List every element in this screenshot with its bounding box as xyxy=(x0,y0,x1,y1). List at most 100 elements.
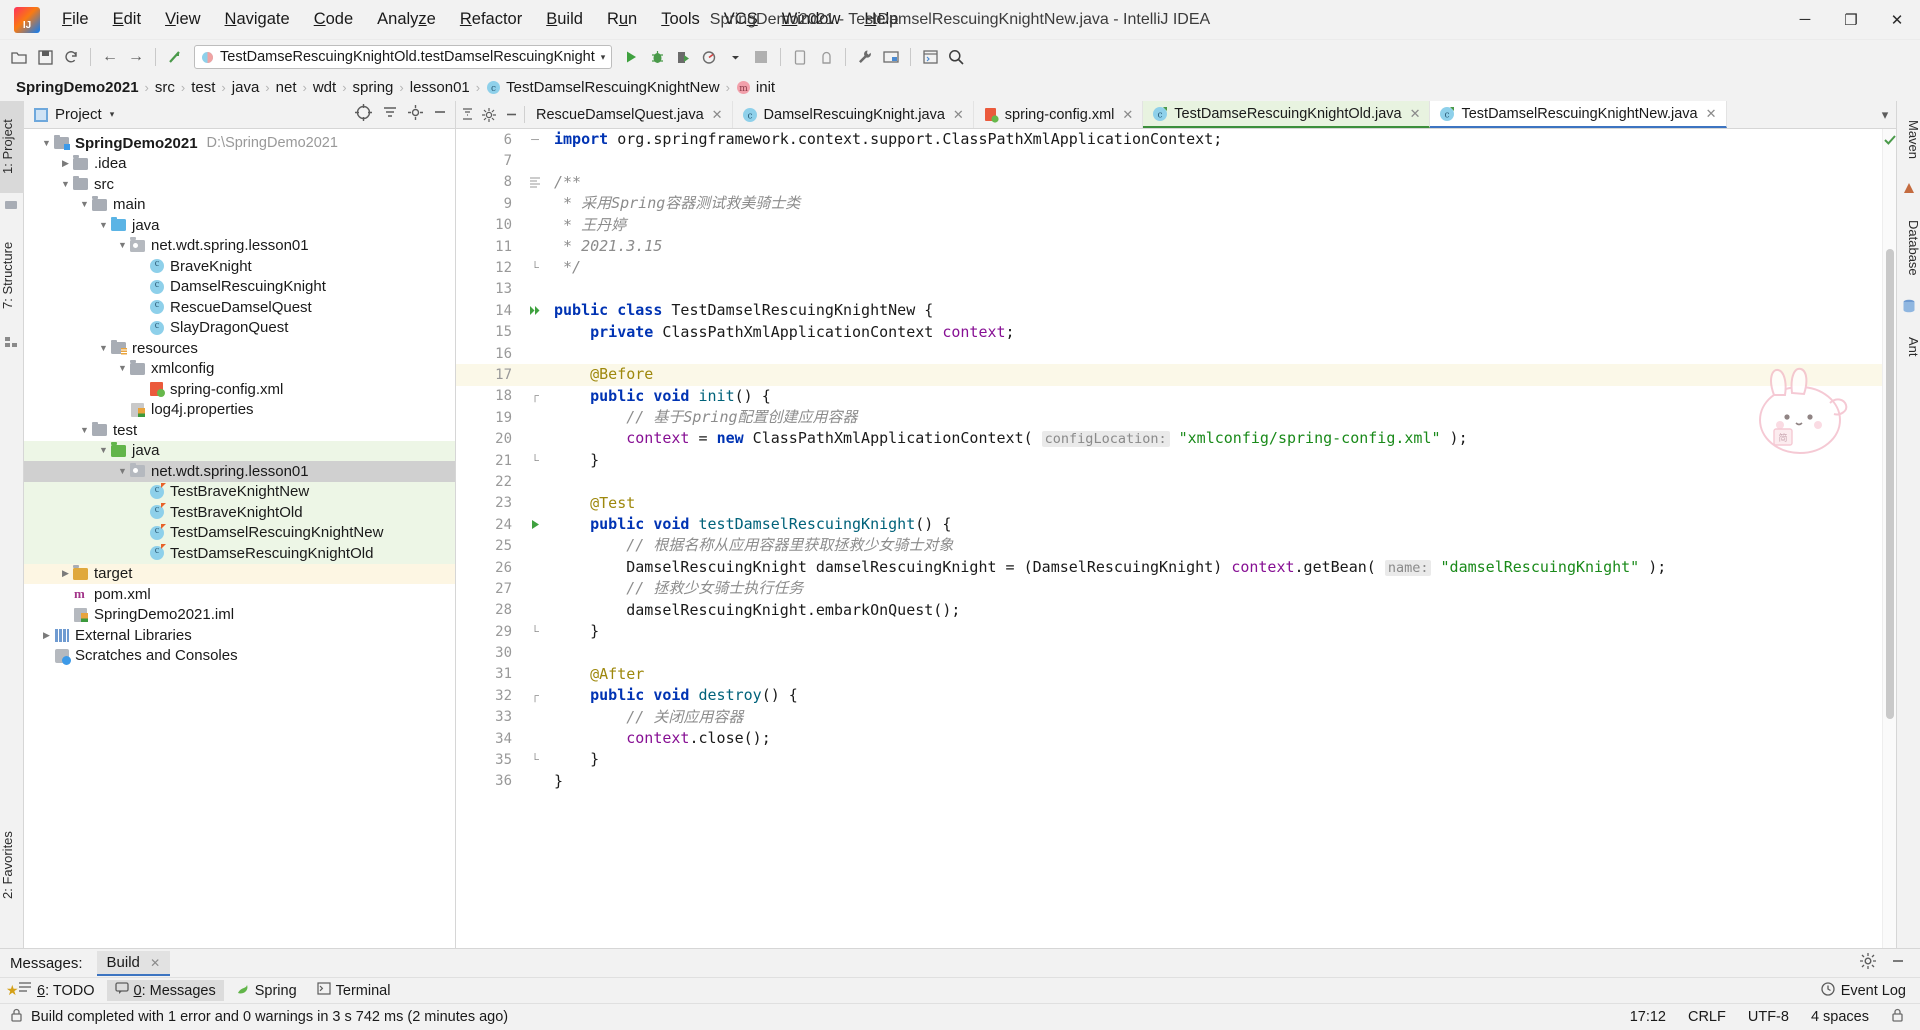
code-line[interactable]: damselRescuingKnight.embarkOnQuest(); xyxy=(552,600,1882,621)
close-button[interactable]: ✕ xyxy=(1874,0,1920,40)
run-button[interactable] xyxy=(618,44,644,70)
menu-item-analyze[interactable]: Analyze xyxy=(365,7,448,32)
tree-node-braveknight[interactable]: BraveKnight xyxy=(24,256,455,277)
run-test-class-icon[interactable] xyxy=(518,300,552,321)
chevron-down-icon[interactable]: ▼ xyxy=(97,219,110,232)
breadcrumb-item-testdamselrescuingknightnew[interactable]: c TestDamselRescuingKnightNew xyxy=(482,79,723,96)
tab-hide-icon[interactable] xyxy=(500,101,522,128)
code-line[interactable]: * 王丹婷 xyxy=(552,215,1882,236)
code-line[interactable]: DamselRescuingKnight damselRescuingKnigh… xyxy=(552,557,1882,578)
source-code[interactable]: 简 import org.springframework.context.sup… xyxy=(552,129,1882,948)
menu-item-vcs[interactable]: VCS xyxy=(712,7,770,32)
run-configuration-selector[interactable]: TestDamseRescuingKnightOld.testDamselRes… xyxy=(194,45,613,69)
settings-wrench-icon[interactable] xyxy=(852,44,878,70)
tab-settings-gear-icon[interactable] xyxy=(478,101,500,128)
tree-node-resources[interactable]: ▼ resources xyxy=(24,338,455,359)
breadcrumb-item-lesson01[interactable]: lesson01 xyxy=(406,79,474,96)
chevron-down-icon[interactable]: ▼ xyxy=(78,424,91,437)
tree-node-src[interactable]: ▼ src xyxy=(24,174,455,195)
hide-icon-bottom[interactable] xyxy=(1890,953,1906,973)
code-line[interactable]: // 基于Spring配置创建应用容器 xyxy=(552,407,1882,428)
menu-item-edit[interactable]: Edit xyxy=(101,7,153,32)
open-folder-icon[interactable] xyxy=(6,44,32,70)
navigate-forward-icon[interactable]: → xyxy=(123,44,149,70)
menu-item-build[interactable]: Build xyxy=(534,7,595,32)
chevron-down-icon-run[interactable] xyxy=(722,44,748,70)
chevron-down-icon[interactable]: ▾ xyxy=(601,52,606,63)
tree-node-xmlconfig[interactable]: ▼ xmlconfig xyxy=(24,359,455,380)
code-line[interactable]: @After xyxy=(552,664,1882,685)
code-line[interactable]: public void testDamselRescuingKnight() { xyxy=(552,514,1882,535)
menu-item-navigate[interactable]: Navigate xyxy=(213,7,302,32)
profile-button[interactable] xyxy=(696,44,722,70)
tab-list-chevron-icon[interactable] xyxy=(456,101,478,128)
tree-node-java[interactable]: ▼ java xyxy=(24,215,455,236)
chevron-down-icon[interactable]: ▼ xyxy=(59,178,72,191)
tree-node-spring-config-xml[interactable]: spring-config.xml xyxy=(24,379,455,400)
locate-icon[interactable] xyxy=(355,103,372,126)
code-line[interactable] xyxy=(552,279,1882,300)
terminal-icon[interactable] xyxy=(917,44,943,70)
menu-item-refactor[interactable]: Refactor xyxy=(448,7,534,32)
code-line[interactable]: @Before xyxy=(552,364,1882,386)
code-line[interactable] xyxy=(552,642,1882,663)
close-icon[interactable]: ✕ xyxy=(150,956,160,970)
code-editor[interactable]: 6 7 8 9 10 11 12 13 14 15 16 17 18 19 20 21 22 23 24 25 26 27… xyxy=(456,129,1896,948)
breadcrumb-item-test[interactable]: test xyxy=(187,79,219,96)
code-line[interactable]: } xyxy=(552,621,1882,642)
chevron-down-icon-project[interactable]: ▾ xyxy=(110,109,115,120)
sync-icon[interactable] xyxy=(58,44,84,70)
chevron-down-icon[interactable]: ▼ xyxy=(97,342,110,355)
search-icon[interactable] xyxy=(943,44,969,70)
code-line[interactable]: /** xyxy=(552,172,1882,193)
tree-node-testbraveknightnew[interactable]: TestBraveKnightNew xyxy=(24,481,455,502)
code-line[interactable]: } xyxy=(552,749,1882,770)
code-line[interactable]: context.close(); xyxy=(552,728,1882,749)
status-encoding[interactable]: UTF-8 xyxy=(1748,1009,1789,1025)
device-manager-icon[interactable] xyxy=(787,44,813,70)
maximize-button[interactable]: ❐ xyxy=(1828,0,1874,40)
menu-item-tools[interactable]: Tools xyxy=(649,7,712,32)
code-line[interactable] xyxy=(552,471,1882,492)
tree-node-net-wdt-spring-lesson01[interactable]: ▼ net.wdt.spring.lesson01 xyxy=(24,236,455,257)
chevron-right-icon[interactable]: ▶ xyxy=(40,629,53,642)
navigate-back-icon[interactable]: ← xyxy=(97,44,123,70)
code-line[interactable]: * 采用Spring容器测试救美骑士类 xyxy=(552,193,1882,214)
tree-node-scratches-and-consoles[interactable]: Scratches and Consoles xyxy=(24,646,455,667)
breadcrumb-item-wdt[interactable]: wdt xyxy=(309,79,340,96)
sidebar-item-ant[interactable]: Ant xyxy=(1897,323,1920,371)
editor-scrollbar-thumb[interactable] xyxy=(1886,249,1894,719)
code-line[interactable]: public void init() { xyxy=(552,386,1882,407)
code-line[interactable] xyxy=(552,150,1882,171)
breadcrumb-item-spring[interactable]: spring xyxy=(349,79,398,96)
tool-window-0-messages[interactable]: 0: Messages xyxy=(106,980,224,1001)
code-line[interactable]: public void destroy() { xyxy=(552,685,1882,706)
code-line[interactable]: // 拯救少女骑士执行任务 xyxy=(552,578,1882,599)
breadcrumb-item-net[interactable]: net xyxy=(272,79,301,96)
editor-tab-testdamserescuingknightold-java[interactable]: c TestDamseRescuingKnightOld.java ✕ xyxy=(1143,101,1431,128)
status-lock-icon[interactable] xyxy=(1891,1008,1904,1026)
tool-window-spring[interactable]: Spring xyxy=(228,980,305,1001)
code-line[interactable]: @Test xyxy=(552,493,1882,514)
sidebar-item-database[interactable]: Database xyxy=(1897,203,1920,293)
code-line[interactable]: */ xyxy=(552,257,1882,278)
tree-node-test[interactable]: ▼ test xyxy=(24,420,455,441)
tool-window-terminal[interactable]: Terminal xyxy=(309,980,399,1001)
code-line[interactable]: // 关闭应用容器 xyxy=(552,707,1882,728)
editor-tab-rescuedamselquest-java[interactable]: RescueDamselQuest.java ✕ xyxy=(527,101,733,128)
chevron-right-icon[interactable]: ▶ xyxy=(59,567,72,580)
editor-tab-spring-config-xml[interactable]: spring-config.xml ✕ xyxy=(974,101,1144,128)
code-line[interactable]: // 根据名称从应用容器里获取拯救少女骑士对象 xyxy=(552,535,1882,556)
editor-tab-strip[interactable]: RescueDamselQuest.java ✕ c DamselRescuingKn… xyxy=(456,101,1896,129)
chevron-down-icon[interactable]: ▼ xyxy=(40,137,53,150)
hide-icon[interactable] xyxy=(433,105,447,124)
code-line[interactable]: public class TestDamselRescuingKnightNew… xyxy=(552,300,1882,321)
close-icon[interactable]: ✕ xyxy=(953,107,964,123)
tree-node-java[interactable]: ▼ java xyxy=(24,440,455,461)
menu-item-run[interactable]: Run xyxy=(595,7,649,32)
code-line[interactable]: import org.springframework.context.suppo… xyxy=(552,129,1882,150)
collapse-all-icon[interactable] xyxy=(382,104,398,125)
chevron-down-icon[interactable]: ▼ xyxy=(116,239,129,252)
fold-and-run-gutter[interactable]: ─ └ ┌ └ └ ┌ └ xyxy=(518,129,552,948)
tree-node-rescuedamselquest[interactable]: RescueDamselQuest xyxy=(24,297,455,318)
